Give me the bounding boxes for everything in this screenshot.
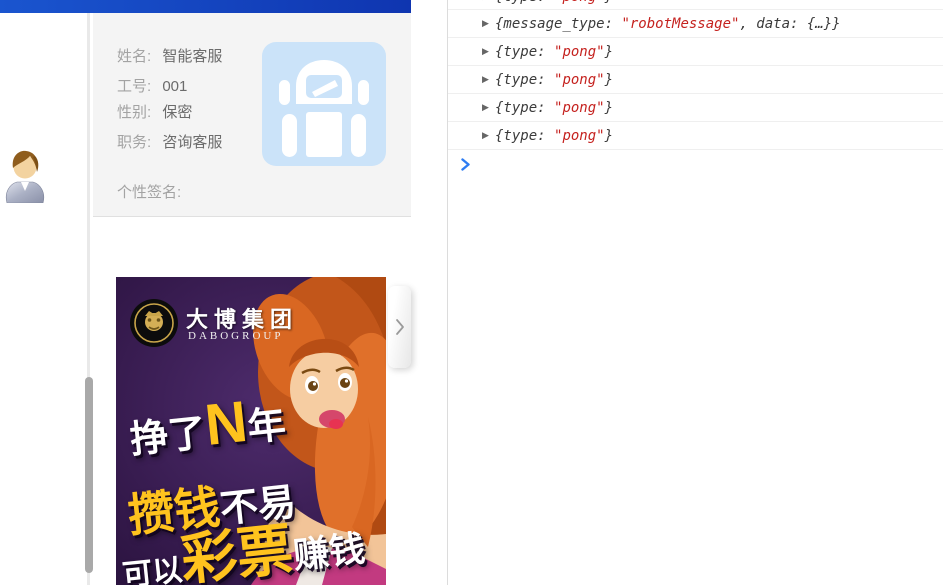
slogan-highlight: 彩票 (178, 517, 296, 585)
expand-triangle-icon[interactable]: ▶ (482, 0, 495, 2)
object-preview-text: {type: (495, 0, 554, 5)
field-label: 工号: (117, 78, 151, 95)
slogan-text: 年 (246, 404, 288, 450)
user-avatar-icon[interactable] (2, 147, 48, 203)
expand-triangle-icon[interactable]: ▶ (482, 47, 495, 57)
field-value: 保密 (162, 104, 192, 121)
object-preview-string: "pong" (554, 0, 605, 5)
ad-banner[interactable]: 大博集团 DABOGROUP 挣了N年 攒钱不易 可以彩票赚钱 (116, 277, 386, 585)
expand-triangle-icon[interactable]: ▶ (482, 75, 495, 85)
object-preview-text: } (605, 100, 613, 116)
field-label: 职务: (117, 134, 151, 151)
robot-icon (262, 42, 386, 166)
console-log-row[interactable]: ▶ {type: "pong"} (448, 38, 943, 66)
carousel-next-button[interactable] (388, 286, 411, 368)
object-preview-string: "pong" (554, 44, 605, 60)
object-preview-text: {type: (495, 128, 554, 144)
object-preview-text: , data: {…}} (739, 16, 840, 32)
console-log-row[interactable]: ▶ {type: "pong"} (448, 122, 943, 150)
slogan-text: 可以 (121, 554, 184, 585)
app-screen: 姓名: 智能客服 工号: 001 性别: 保密 职务: 咨询客服 个性签名: (0, 0, 943, 585)
field-value: 001 (162, 78, 187, 95)
robot-avatar (262, 42, 386, 166)
devtools-console[interactable]: ▶ {type: "pong"} ▶ {message_type: "robot… (447, 0, 943, 585)
field-label: 性别: (117, 104, 151, 121)
expand-triangle-icon[interactable]: ▶ (482, 19, 495, 29)
slogan-text: 挣了 (128, 412, 208, 462)
object-preview-text: } (605, 44, 613, 60)
object-preview-string: "pong" (554, 72, 605, 88)
object-preview-string: "robotMessage" (621, 16, 739, 32)
left-scrollbar-thumb[interactable] (85, 377, 93, 573)
object-preview-string: "pong" (554, 128, 605, 144)
profile-field-name: 姓名: 智能客服 (117, 49, 222, 65)
object-preview-text: {type: (495, 100, 554, 116)
profile-card: 姓名: 智能客服 工号: 001 性别: 保密 职务: 咨询客服 个性签名: (93, 13, 411, 217)
console-log-row[interactable]: ▶ {type: "pong"} (448, 66, 943, 94)
expand-triangle-icon[interactable]: ▶ (482, 103, 495, 113)
ad-logo-subtitle: DABOGROUP (188, 330, 283, 342)
chevron-right-icon (395, 318, 405, 336)
object-preview-text: {message_type: (495, 16, 621, 32)
console-log-row[interactable]: ▶ {type: "pong"} (448, 94, 943, 122)
object-preview-string: "pong" (554, 100, 605, 116)
object-preview-text: } (605, 128, 613, 144)
profile-panel: 姓名: 智能客服 工号: 001 性别: 保密 职务: 咨询客服 个性签名: (93, 13, 411, 585)
console-input[interactable] (448, 150, 943, 178)
profile-field-role: 职务: 咨询客服 (117, 135, 222, 151)
console-log-row[interactable]: ▶ {message_type: "robotMessage", data: {… (448, 10, 943, 38)
field-value: 智能客服 (162, 48, 222, 65)
console-log-row[interactable]: ▶ {type: "pong"} (448, 0, 943, 10)
object-preview-text: } (605, 0, 613, 5)
signature-label: 个性签名: (117, 181, 181, 202)
object-preview-text: } (605, 72, 613, 88)
object-preview-text: {type: (495, 44, 554, 60)
profile-field-gender: 性别: 保密 (117, 105, 192, 121)
slogan-highlight: N (202, 389, 250, 458)
profile-field-id: 工号: 001 (117, 79, 187, 95)
object-preview-text: {type: (495, 72, 554, 88)
ad-logo-icon (129, 298, 179, 348)
expand-triangle-icon[interactable]: ▶ (482, 131, 495, 141)
field-value: 咨询客服 (162, 134, 222, 151)
console-prompt-icon (460, 158, 471, 171)
field-label: 姓名: (117, 48, 151, 65)
slogan-text: 赚钱 (291, 528, 367, 576)
top-blue-bar (0, 0, 411, 13)
